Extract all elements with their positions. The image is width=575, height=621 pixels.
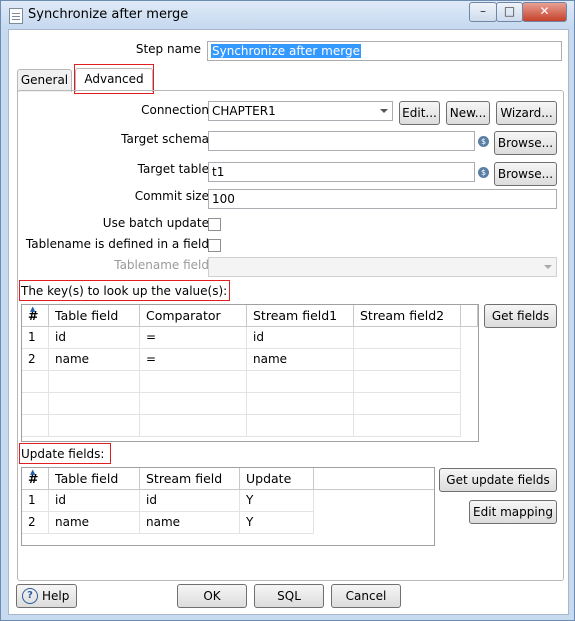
update-cell-table-field[interactable]: name	[49, 512, 140, 534]
use-batch-label: Use batch update	[102, 216, 209, 230]
target-table-input[interactable]: t1	[208, 162, 475, 182]
get-update-fields-button[interactable]: Get update fields	[439, 468, 557, 492]
dialog-body: Step name Synchronize after merge Genera…	[8, 29, 569, 615]
help-label: Help	[42, 589, 70, 603]
update-header-filler	[314, 468, 434, 490]
chevron-down-icon	[544, 265, 552, 269]
keys-cell-comparator[interactable]: =	[140, 349, 247, 371]
edit-connection-button[interactable]: Edit...	[399, 101, 440, 125]
ok-button[interactable]: OK	[177, 584, 247, 608]
keys-table[interactable]: ▲ # Table field Comparator Stream field1 …	[21, 304, 479, 442]
highlight-keys-title	[19, 280, 230, 301]
keys-header-stream-field2[interactable]: Stream field2	[354, 305, 461, 327]
step-name-label: Step name	[135, 42, 201, 56]
keys-empty-cell[interactable]	[140, 393, 247, 415]
cancel-button[interactable]: Cancel	[331, 584, 401, 608]
keys-empty-cell	[22, 371, 49, 393]
update-row-number: 1	[22, 490, 49, 512]
document-icon	[9, 8, 23, 24]
target-schema-label: Target schema	[121, 132, 209, 146]
keys-cell-comparator[interactable]: =	[140, 327, 247, 349]
keys-cell-stream-field2[interactable]	[354, 349, 461, 371]
commit-size-input[interactable]: 100	[208, 189, 557, 209]
update-header-rownum: ▲ #	[22, 468, 49, 490]
wizard-button[interactable]: Wizard...	[496, 101, 557, 125]
keys-empty-cell[interactable]	[354, 415, 461, 437]
highlight-update-title	[19, 443, 111, 464]
update-row-number: 2	[22, 512, 49, 534]
keys-header-stream-field1[interactable]: Stream field1	[247, 305, 354, 327]
keys-empty-cell[interactable]	[49, 415, 140, 437]
keys-empty-cell	[22, 393, 49, 415]
update-header-stream-field[interactable]: Stream field	[140, 468, 240, 490]
connection-label: Connection	[141, 103, 209, 117]
keys-header-rownum: ▲ #	[22, 305, 49, 327]
update-header-update[interactable]: Update	[240, 468, 314, 490]
variable-icon: $	[478, 167, 489, 178]
keys-empty-cell[interactable]	[247, 393, 354, 415]
sort-icon: ▲	[30, 468, 36, 476]
update-header-table-field[interactable]: Table field	[49, 468, 140, 490]
get-fields-button[interactable]: Get fields	[484, 304, 557, 328]
keys-header-filler	[461, 305, 478, 327]
update-cell-stream-field[interactable]: name	[140, 512, 240, 534]
keys-cell-stream-field1[interactable]: id	[247, 327, 354, 349]
keys-empty-cell[interactable]	[49, 393, 140, 415]
tab-panel-general: Connection CHAPTER1 Edit... New... Wizar…	[17, 90, 564, 581]
update-cell-table-field[interactable]: id	[49, 490, 140, 512]
browse-schema-button[interactable]: Browse...	[494, 131, 557, 155]
keys-empty-cell[interactable]	[247, 371, 354, 393]
help-icon: ?	[22, 588, 38, 604]
tablename-in-field-label: Tablename is defined in a field	[25, 237, 209, 251]
keys-cell-stream-field1[interactable]: name	[247, 349, 354, 371]
keys-empty-cell[interactable]	[49, 371, 140, 393]
help-button[interactable]: ? Help	[16, 584, 77, 608]
edit-mapping-button[interactable]: Edit mapping	[469, 500, 557, 524]
keys-row-number: 1	[22, 327, 49, 349]
keys-empty-cell[interactable]	[354, 393, 461, 415]
keys-empty-cell[interactable]	[354, 371, 461, 393]
keys-empty-cell[interactable]	[140, 415, 247, 437]
chevron-down-icon	[380, 109, 388, 113]
update-cell-stream-field[interactable]: id	[140, 490, 240, 512]
tablename-field-label: Tablename field	[114, 258, 209, 272]
browse-table-button[interactable]: Browse...	[494, 162, 557, 186]
title-bar[interactable]: Synchronize after merge – □ ✕	[1, 1, 574, 29]
update-table[interactable]: ▲ # Table field Stream field Update 1 id …	[21, 467, 435, 546]
target-schema-input[interactable]	[208, 131, 475, 151]
keys-cell-stream-field2[interactable]	[354, 327, 461, 349]
sort-icon: ▲	[30, 305, 36, 313]
commit-size-label: Commit size	[134, 189, 209, 203]
keys-header-table-field[interactable]: Table field	[49, 305, 140, 327]
tab-general[interactable]: General	[17, 69, 72, 92]
keys-row-number: 2	[22, 349, 49, 371]
new-connection-button[interactable]: New...	[446, 101, 490, 125]
connection-select[interactable]: CHAPTER1	[208, 101, 393, 121]
keys-cell-table-field[interactable]: id	[49, 327, 140, 349]
sql-button[interactable]: SQL	[254, 584, 324, 608]
maximize-button[interactable]: □	[496, 2, 523, 22]
close-button[interactable]: ✕	[522, 2, 567, 22]
step-name-input[interactable]: Synchronize after merge	[207, 41, 562, 61]
dialog-window: Synchronize after merge – □ ✕ Step name …	[0, 0, 575, 621]
target-table-label: Target table	[137, 162, 209, 176]
use-batch-checkbox[interactable]	[208, 218, 221, 231]
keys-cell-table-field[interactable]: name	[49, 349, 140, 371]
keys-empty-cell	[22, 415, 49, 437]
update-cell-update[interactable]: Y	[240, 490, 314, 512]
keys-empty-cell[interactable]	[247, 415, 354, 437]
window-title: Synchronize after merge	[28, 7, 189, 22]
update-cell-update[interactable]: Y	[240, 512, 314, 534]
keys-header-comparator[interactable]: Comparator	[140, 305, 247, 327]
variable-icon: $	[478, 136, 489, 147]
keys-empty-cell[interactable]	[140, 371, 247, 393]
tablename-in-field-checkbox[interactable]	[208, 239, 221, 252]
minimize-button[interactable]: –	[469, 2, 497, 22]
tablename-field-select[interactable]	[208, 257, 557, 277]
